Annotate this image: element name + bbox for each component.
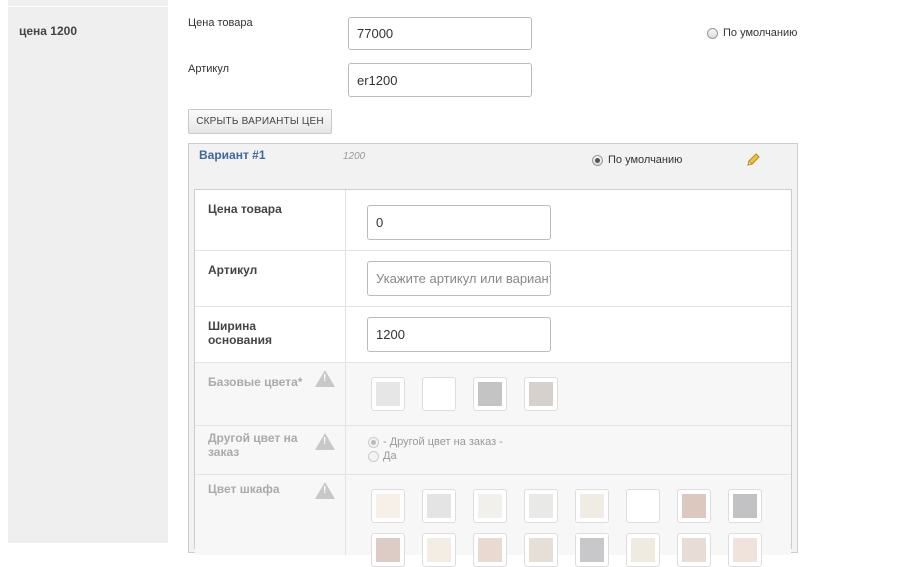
color-swatch[interactable] xyxy=(728,533,762,567)
color-swatch[interactable] xyxy=(371,377,405,411)
color-swatch[interactable] xyxy=(575,489,609,523)
color-swatch[interactable] xyxy=(371,533,405,567)
color-swatch[interactable] xyxy=(524,533,558,567)
sidebar: цена 1200 xyxy=(8,0,168,543)
color-swatch[interactable] xyxy=(677,533,711,567)
color-swatch[interactable] xyxy=(575,533,609,567)
color-swatch[interactable] xyxy=(473,377,507,411)
variant-width-input[interactable]: 1200 xyxy=(367,317,551,352)
row-sku-label: Артикул xyxy=(208,263,258,277)
row-width-label: Ширина основания xyxy=(208,319,272,347)
color-swatch[interactable] xyxy=(371,489,405,523)
color-swatch[interactable] xyxy=(677,489,711,523)
color-swatch[interactable] xyxy=(422,377,456,411)
warning-icon: ! xyxy=(315,433,335,450)
row-cabinet-color-label: Цвет шкафа xyxy=(208,482,280,496)
hide-price-variants-button[interactable]: СКРЫТЬ ВАРИАНТЫ ЦЕН xyxy=(188,109,332,134)
default-radio[interactable] xyxy=(707,28,718,39)
color-swatch[interactable] xyxy=(626,489,660,523)
variant-default-radio[interactable] xyxy=(592,155,603,166)
row-other-color: Другой цвет на заказ ! xyxy=(195,426,791,475)
variant-title[interactable]: Вариант #1 xyxy=(199,148,266,162)
sidebar-item-label[interactable]: цена 1200 xyxy=(19,24,77,38)
warning-icon: ! xyxy=(315,370,335,387)
price-label: Цена товара xyxy=(188,17,253,29)
other-color-yes-radio[interactable] xyxy=(368,451,379,462)
row-divider xyxy=(345,251,346,306)
sku-label: Артикул xyxy=(188,63,230,75)
warning-icon: ! xyxy=(315,482,335,499)
divider xyxy=(8,6,168,7)
color-swatch[interactable] xyxy=(422,489,456,523)
color-swatch[interactable] xyxy=(422,533,456,567)
sku-input[interactable]: er1200 xyxy=(348,63,532,97)
row-divider xyxy=(345,475,346,555)
row-divider xyxy=(345,426,346,474)
other-color-none-label: - Другой цвет на заказ - xyxy=(383,436,503,448)
variant-sku: 1200 xyxy=(343,151,366,162)
row-other-color-label: Другой цвет на заказ xyxy=(208,431,298,459)
price-input[interactable]: 77000 xyxy=(348,17,532,50)
variant-default-label: По умолчанию xyxy=(608,154,683,166)
row-base-colors-label: Базовые цвета* xyxy=(208,375,303,389)
pencil-icon[interactable] xyxy=(745,152,761,168)
other-color-none-radio[interactable] xyxy=(368,437,379,448)
variant-sku-input[interactable]: Укажите артикул или вариант xyxy=(367,261,551,296)
color-swatch[interactable] xyxy=(473,533,507,567)
color-swatch[interactable] xyxy=(473,489,507,523)
row-divider xyxy=(345,363,346,425)
color-swatch[interactable] xyxy=(626,533,660,567)
row-divider xyxy=(345,190,346,250)
color-swatch[interactable] xyxy=(524,489,558,523)
color-swatch[interactable] xyxy=(524,377,558,411)
row-price-label: Цена товара xyxy=(208,202,282,216)
variant-price-input[interactable]: 0 xyxy=(367,205,551,240)
color-swatch[interactable] xyxy=(728,489,762,523)
other-color-yes-label: Да xyxy=(383,450,397,462)
default-label: По умолчанию xyxy=(723,27,798,39)
row-divider xyxy=(345,307,346,362)
